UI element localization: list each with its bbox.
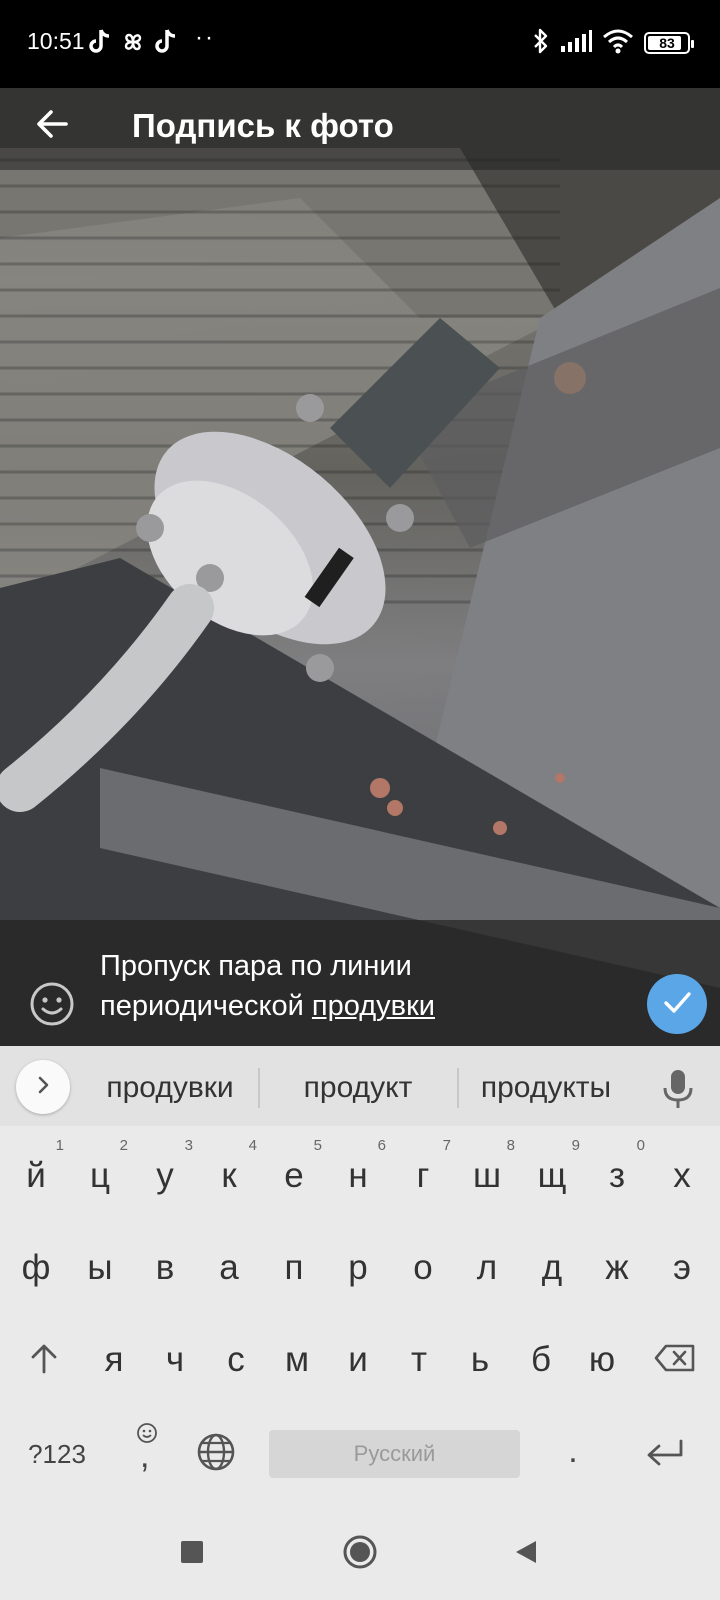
battery-level: 83 bbox=[659, 35, 675, 51]
key-к[interactable]: к4 bbox=[199, 1130, 259, 1222]
shift-arrow-icon bbox=[29, 1342, 59, 1379]
key-ш[interactable]: ш8 bbox=[457, 1130, 517, 1222]
home-button[interactable] bbox=[332, 1526, 388, 1582]
key-ц[interactable]: ц2 bbox=[70, 1130, 130, 1222]
suggestion-3[interactable]: продукты bbox=[462, 1064, 630, 1112]
more-notifications: ·· bbox=[195, 24, 215, 51]
app-bar: Подпись к фото bbox=[0, 88, 720, 170]
keyboard: продувки продукт продукты й1 ц2 у3 к4 е5… bbox=[0, 1046, 720, 1504]
key-п[interactable]: п bbox=[264, 1222, 324, 1314]
key-г[interactable]: г7 bbox=[393, 1130, 453, 1222]
tiktok-icon bbox=[88, 28, 114, 56]
key-м[interactable]: м bbox=[267, 1314, 327, 1406]
suggestion-strip: продувки продукт продукты bbox=[0, 1046, 720, 1126]
done-button[interactable] bbox=[647, 974, 707, 1034]
recents-button[interactable] bbox=[164, 1526, 220, 1582]
key-л[interactable]: л bbox=[457, 1222, 517, 1314]
chevron-right-icon bbox=[31, 1073, 55, 1102]
language-key[interactable] bbox=[192, 1416, 240, 1492]
key-row-2: ф ы в а п р о л д ж э bbox=[0, 1222, 720, 1314]
key-ы[interactable]: ы bbox=[70, 1222, 130, 1314]
comma-label: , bbox=[140, 1437, 150, 1475]
key-е[interactable]: е5 bbox=[264, 1130, 324, 1222]
key-щ[interactable]: щ9 bbox=[522, 1130, 582, 1222]
status-icons: 83 bbox=[532, 27, 694, 60]
smiley-icon bbox=[28, 982, 76, 1032]
symbols-key[interactable]: ?123 bbox=[14, 1416, 100, 1492]
key-й[interactable]: й1 bbox=[6, 1130, 66, 1222]
suggestion-divider bbox=[457, 1068, 459, 1108]
key-ч[interactable]: ч bbox=[145, 1314, 205, 1406]
backspace-icon bbox=[653, 1343, 697, 1378]
key-row-1: й1 ц2 у3 к4 е5 н6 г7 ш8 щ9 з0 х bbox=[0, 1130, 720, 1222]
key-я[interactable]: я bbox=[84, 1314, 144, 1406]
shift-key[interactable] bbox=[14, 1314, 74, 1406]
home-circle-icon bbox=[342, 1534, 378, 1575]
caption-bar: Пропуск пара по линии периодической прод… bbox=[0, 920, 720, 1046]
page-title: Подпись к фото bbox=[132, 107, 394, 144]
suggestion-divider bbox=[258, 1068, 260, 1108]
emoji-button[interactable] bbox=[28, 980, 76, 1028]
status-bar: 10:51 ·· 83 bbox=[0, 0, 720, 88]
key-row-3: я ч с м и т ь б ю bbox=[0, 1314, 720, 1406]
pinwheel-icon bbox=[120, 28, 146, 56]
caption-input[interactable]: Пропуск пара по линии периодической прод… bbox=[100, 946, 620, 1026]
key-ж[interactable]: ж bbox=[587, 1222, 647, 1314]
globe-icon bbox=[196, 1432, 236, 1477]
key-б[interactable]: б bbox=[511, 1314, 571, 1406]
key-о[interactable]: о bbox=[393, 1222, 453, 1314]
key-т[interactable]: т bbox=[389, 1314, 449, 1406]
space-key[interactable]: Русский bbox=[269, 1430, 520, 1478]
status-time: 10:51 bbox=[27, 28, 85, 54]
key-д[interactable]: д bbox=[522, 1222, 582, 1314]
key-э[interactable]: э bbox=[652, 1222, 712, 1314]
signal-icon bbox=[560, 29, 592, 58]
caption-line-2: периодической продувки bbox=[100, 986, 620, 1026]
back-triangle-icon bbox=[512, 1538, 540, 1571]
key-row-4: ?123 , Русский . bbox=[0, 1408, 720, 1500]
navigation-bar bbox=[0, 1504, 720, 1600]
suggestions-expand-button[interactable] bbox=[16, 1060, 70, 1114]
key-у[interactable]: у3 bbox=[135, 1130, 195, 1222]
photo-preview bbox=[0, 88, 720, 1046]
caption-line-1: Пропуск пара по линии bbox=[100, 950, 412, 982]
key-в[interactable]: в bbox=[135, 1222, 195, 1314]
nav-back-button[interactable] bbox=[498, 1526, 554, 1582]
key-с[interactable]: с bbox=[206, 1314, 266, 1406]
wifi-icon bbox=[602, 28, 634, 59]
check-icon bbox=[660, 985, 694, 1024]
key-ь[interactable]: ь bbox=[450, 1314, 510, 1406]
caption-composing-word: продувки bbox=[311, 990, 435, 1022]
comma-emoji-key[interactable]: , bbox=[120, 1416, 176, 1492]
enter-key[interactable] bbox=[630, 1416, 700, 1492]
arrow-back-icon bbox=[35, 107, 69, 146]
suggestion-2[interactable]: продукт bbox=[272, 1064, 444, 1112]
key-х[interactable]: х bbox=[652, 1130, 712, 1222]
caption-line-2-text: периодической bbox=[100, 990, 312, 1022]
microphone-icon bbox=[656, 1070, 700, 1116]
key-р[interactable]: р bbox=[328, 1222, 388, 1314]
recents-square-icon bbox=[179, 1539, 205, 1570]
enter-arrow-icon bbox=[645, 1437, 685, 1472]
tiktok-icon bbox=[154, 28, 180, 56]
key-и[interactable]: и bbox=[328, 1314, 388, 1406]
key-ю[interactable]: ю bbox=[572, 1314, 632, 1406]
suggestion-1[interactable]: продувки bbox=[86, 1064, 254, 1112]
key-ф[interactable]: ф bbox=[6, 1222, 66, 1314]
battery-icon: 83 bbox=[644, 32, 694, 54]
back-button[interactable] bbox=[28, 102, 76, 150]
key-н[interactable]: н6 bbox=[328, 1130, 388, 1222]
key-з[interactable]: з0 bbox=[587, 1130, 647, 1222]
backspace-key[interactable] bbox=[640, 1314, 710, 1406]
period-key[interactable]: . bbox=[543, 1416, 603, 1492]
key-а[interactable]: а bbox=[199, 1222, 259, 1314]
bluetooth-icon bbox=[532, 27, 550, 60]
voice-input-button[interactable] bbox=[656, 1064, 700, 1112]
